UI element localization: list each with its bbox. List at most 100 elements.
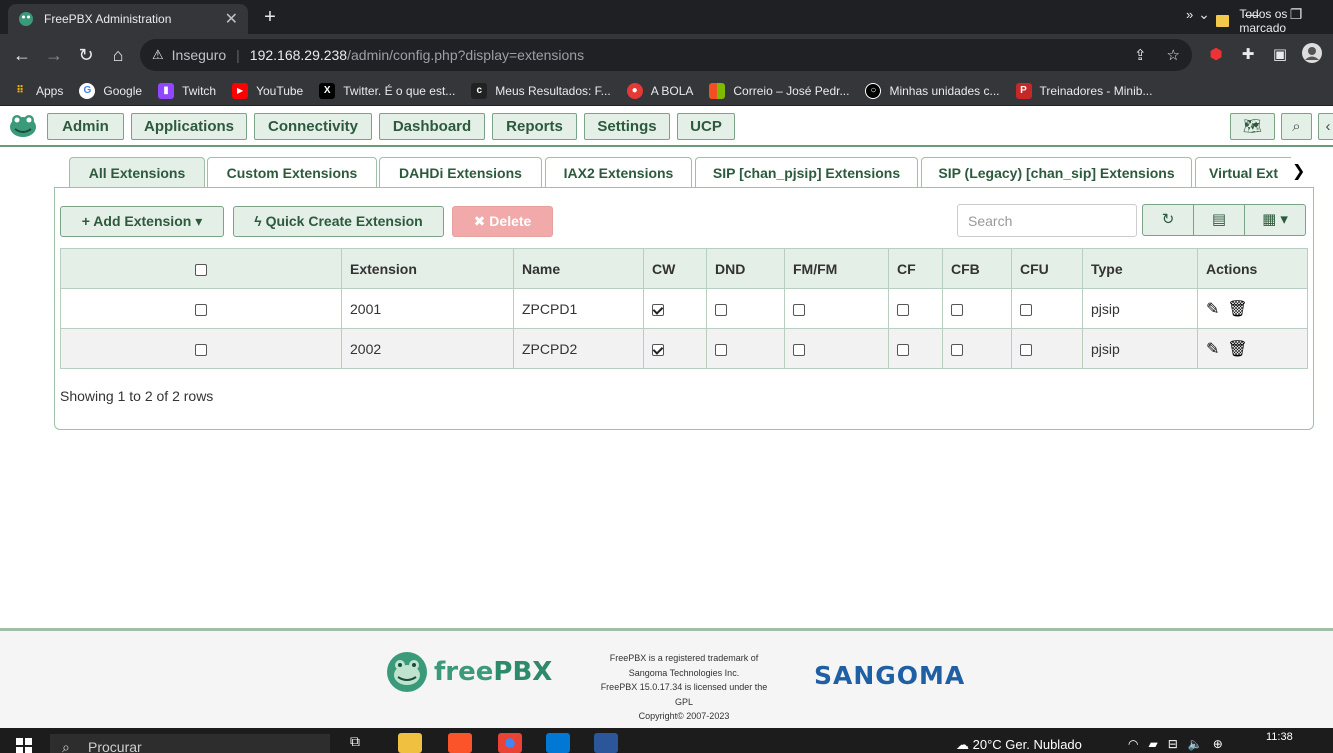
columns-icon[interactable]: ▦ ▾ [1245, 204, 1306, 236]
browser-tab[interactable]: FreePBX Administration ✕ [8, 4, 248, 34]
bookmark-results[interactable]: c Meus Resultados: F... [471, 82, 611, 99]
bookmark-twitter[interactable]: X Twitter. É o que est... [319, 82, 455, 99]
side-panel-icon[interactable]: ▣ [1268, 43, 1292, 67]
row-checkbox[interactable] [195, 343, 207, 356]
language-icon[interactable]: 🗺 [1230, 113, 1275, 140]
home-icon[interactable]: ⌂ [106, 43, 130, 67]
tab-search-chevron-icon[interactable]: ⌄ [1192, 6, 1216, 23]
share-icon[interactable]: ⇪ [1134, 46, 1147, 64]
cell-cfb[interactable] [942, 288, 1012, 329]
cell-cw[interactable] [643, 328, 707, 369]
forward-icon[interactable]: → [42, 43, 66, 67]
edit-icon[interactable]: ✎ [1206, 301, 1219, 318]
clock[interactable]: 11:38 [1266, 731, 1293, 743]
search-input[interactable] [957, 204, 1137, 237]
cell-cw[interactable] [643, 288, 707, 329]
quick-create-extension-button[interactable]: ϟ Quick Create Extension [233, 206, 444, 237]
word-icon[interactable] [594, 733, 618, 753]
profile-avatar[interactable] [1300, 43, 1324, 67]
row-checkbox[interactable] [195, 303, 207, 316]
task-view-icon[interactable]: ⧉ [350, 733, 374, 753]
bookmark-google[interactable]: G Google [79, 82, 142, 99]
tab-virtual-extensions[interactable]: Virtual Ext [1195, 157, 1291, 188]
delete-button[interactable]: ✖ Delete [452, 206, 553, 237]
freepbx-frog-logo-icon[interactable] [8, 113, 38, 139]
nav-reports[interactable]: Reports [492, 113, 577, 140]
search-icon[interactable]: ⌕ [1281, 113, 1312, 140]
select-all-checkbox-cell[interactable] [60, 248, 342, 289]
nav-ucp[interactable]: UCP [677, 113, 735, 140]
nav-applications[interactable]: Applications [131, 113, 247, 140]
bookmark-abola[interactable]: ● A BOLA [626, 82, 693, 99]
tab-custom-extensions[interactable]: Custom Extensions [207, 157, 377, 188]
cell-dnd[interactable] [706, 328, 785, 369]
nav-admin[interactable]: Admin [47, 113, 124, 140]
bookmark-correio[interactable]: Correio – José Pedr... [709, 82, 849, 99]
freepbx-logo[interactable]: freePBX [386, 651, 552, 693]
tray-icon[interactable]: ⊕ [1213, 737, 1223, 751]
dnd-checkbox[interactable] [715, 343, 727, 356]
apply-config-button[interactable]: ‹ [1318, 113, 1333, 140]
tab-iax2-extensions[interactable]: IAX2 Extensions [545, 157, 692, 188]
bookmark-minhas-unidades[interactable]: ○ Minhas unidades c... [865, 82, 1000, 99]
new-tab-button[interactable]: + [258, 4, 282, 30]
fmfm-checkbox[interactable] [793, 303, 805, 316]
back-icon[interactable]: ← [10, 43, 34, 67]
weather-widget[interactable]: ☁ 20°C Ger. Nublado [956, 737, 1082, 753]
fmfm-checkbox[interactable] [793, 343, 805, 356]
tab-sip-pjsip-extensions[interactable]: SIP [chan_pjsip] Extensions [695, 157, 918, 188]
tabs-scroll-right-icon[interactable]: ❯ [1292, 161, 1305, 181]
extensions-puzzle-icon[interactable]: ✚ [1236, 43, 1260, 67]
app-icon[interactable] [546, 733, 570, 753]
adblock-extension-icon[interactable]: ⬢ [1204, 43, 1228, 67]
sangoma-logo[interactable]: SANGOMA [814, 661, 965, 690]
file-explorer-icon[interactable] [398, 733, 422, 753]
nav-dashboard[interactable]: Dashboard [379, 113, 485, 140]
cell-fmfm[interactable] [784, 288, 889, 329]
cfu-checkbox[interactable] [1020, 303, 1032, 316]
bookmark-apps[interactable]: ⠿ Apps [12, 83, 63, 99]
cfu-checkbox[interactable] [1020, 343, 1032, 356]
nav-settings[interactable]: Settings [584, 113, 670, 140]
reload-icon[interactable]: ↻ [74, 43, 98, 67]
cell-cf[interactable] [888, 328, 943, 369]
volume-icon[interactable]: 🔈 [1188, 737, 1203, 751]
tab-sip-legacy-extensions[interactable]: SIP (Legacy) [chan_sip] Extensions [921, 157, 1192, 188]
cf-checkbox[interactable] [897, 343, 909, 356]
col-type[interactable]: Type [1082, 248, 1198, 289]
cf-checkbox[interactable] [897, 303, 909, 316]
row-select-cell[interactable] [60, 328, 342, 369]
windows-start-icon[interactable] [16, 738, 32, 753]
cell-cfb[interactable] [942, 328, 1012, 369]
trash-icon[interactable]: 🗑 [1227, 341, 1247, 358]
nvidia-icon[interactable]: ▰ [1148, 737, 1157, 751]
bookmark-star-icon[interactable]: ☆ [1167, 46, 1180, 64]
all-bookmarks-folder[interactable]: Todos os marcado [1216, 7, 1333, 35]
cell-cfu[interactable] [1011, 288, 1083, 329]
cell-dnd[interactable] [706, 288, 785, 329]
cfb-checkbox[interactable] [951, 303, 963, 316]
cw-checkbox[interactable] [652, 303, 664, 316]
bookmark-twitch[interactable]: ▮ Twitch [158, 82, 216, 99]
trash-icon[interactable]: 🗑 [1227, 301, 1247, 318]
refresh-icon[interactable]: ↻ [1142, 204, 1194, 236]
bookmark-youtube[interactable]: ▶ YouTube [232, 82, 303, 99]
taskbar-search-input[interactable]: ⌕ Procurar [50, 734, 330, 753]
network-wifi-icon[interactable]: ◠ [1128, 737, 1138, 751]
tab-all-extensions[interactable]: All Extensions [69, 157, 205, 188]
cell-fmfm[interactable] [784, 328, 889, 369]
tab-dahdi-extensions[interactable]: DAHDi Extensions [379, 157, 542, 188]
bookmarks-more-icon[interactable]: » [1186, 7, 1193, 22]
cell-cfu[interactable] [1011, 328, 1083, 369]
row-select-cell[interactable] [60, 288, 342, 329]
edit-icon[interactable]: ✎ [1206, 341, 1219, 358]
dnd-checkbox[interactable] [715, 303, 727, 316]
cfb-checkbox[interactable] [951, 343, 963, 356]
bookmark-treinadores[interactable]: P Treinadores - Minib... [1015, 82, 1152, 99]
brave-icon[interactable] [448, 733, 472, 753]
toggle-view-icon[interactable]: ▤ [1194, 204, 1245, 236]
nav-connectivity[interactable]: Connectivity [254, 113, 372, 140]
cw-checkbox[interactable] [652, 343, 664, 356]
tab-close-icon[interactable]: ✕ [225, 9, 238, 29]
legal-line[interactable]: GPL [584, 695, 784, 710]
